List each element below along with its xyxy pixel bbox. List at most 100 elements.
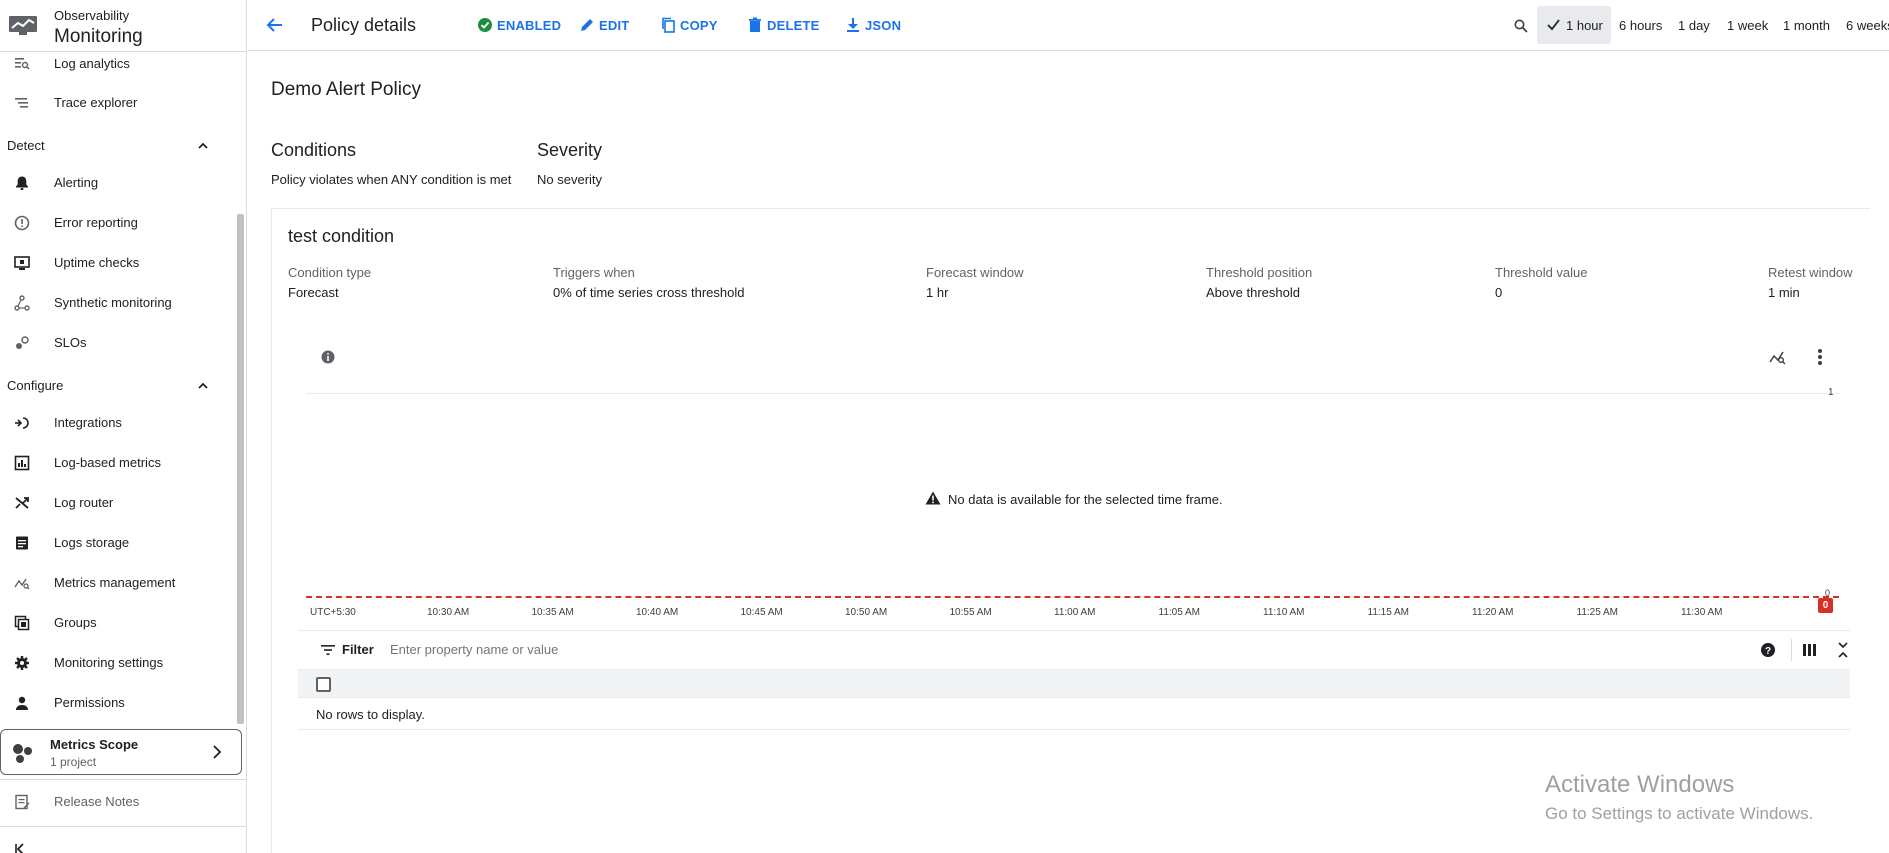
sidebar-item-log-analytics[interactable]: Log analytics [0, 43, 236, 83]
x-axis-tick-label: 10:50 AM [845, 607, 888, 618]
page-title: Policy details [311, 15, 417, 35]
delete-label: DELETE [767, 18, 820, 33]
slo-icon [16, 336, 29, 349]
time-option-1-week[interactable]: 1 week [1727, 18, 1768, 33]
sidebar-item-label: Permissions [54, 695, 125, 710]
filter-bar: Filter ? [298, 631, 1850, 669]
x-axis-tick-label: 10:30 AM [427, 607, 470, 618]
toolbar-divider [1791, 639, 1792, 661]
sidebar-item-log-based-metrics[interactable]: Log-based metrics [0, 443, 236, 483]
time-option-1-month[interactable]: 1 month [1783, 18, 1830, 33]
sidebar-item-permissions[interactable]: Permissions [0, 683, 236, 723]
search-icon[interactable] [1514, 19, 1528, 33]
sidebar: Observability Monitoring Log analytics T… [0, 0, 247, 853]
sidebar-item-logs-storage[interactable]: Logs storage [0, 523, 236, 563]
check-circle-icon [478, 18, 492, 32]
enabled-label: ENABLED [497, 18, 562, 33]
check-icon [1547, 19, 1560, 31]
help-icon[interactable]: ? [1761, 643, 1775, 657]
sidebar-scrollbar[interactable] [237, 214, 244, 724]
sidebar-item-label: SLOs [54, 335, 87, 350]
x-axis-tick-label: 10:45 AM [740, 607, 783, 618]
conditions-heading: Conditions [271, 140, 357, 160]
metrics-scope-title: Metrics Scope [50, 737, 139, 752]
column-display-icon[interactable] [1803, 644, 1816, 656]
download-icon [847, 18, 859, 32]
sidebar-divider [0, 779, 246, 780]
policy-name: Demo Alert Policy [271, 79, 421, 100]
sidebar-item-label: Trace explorer [54, 95, 138, 110]
collapse-sidebar-icon[interactable] [14, 842, 28, 853]
sidebar-item-label: Groups [54, 615, 97, 630]
sidebar-item-slos[interactable]: SLOs [0, 323, 236, 363]
time-option-1-day[interactable]: 1 day [1678, 18, 1710, 33]
synthetic-monitoring-icon [14, 295, 30, 311]
severity-text: No severity [537, 172, 603, 187]
sidebar-item-label: Monitoring settings [54, 655, 164, 670]
x-axis-tick-label: 11:10 AM [1263, 607, 1305, 618]
time-option-6-weeks[interactable]: 6 weeks [1846, 18, 1889, 33]
sidebar-item-monitoring-settings[interactable]: Monitoring settings [0, 643, 236, 683]
section-configure-heading: Configure [7, 378, 64, 393]
metrics-scope-icon [13, 744, 32, 763]
sidebar-item-trace-explorer[interactable]: Trace explorer [0, 83, 236, 123]
sidebar-item-alerting[interactable]: Alerting [0, 163, 236, 203]
table-bottom-border [298, 729, 1850, 730]
activate-windows-subtitle: Go to Settings to activate Windows. [1545, 804, 1814, 823]
sidebar-item-metrics-management[interactable]: Metrics management [0, 563, 236, 603]
metrics-scope-button[interactable]: Metrics Scope 1 project [0, 729, 242, 775]
select-all-checkbox[interactable] [316, 677, 331, 692]
edit-label: EDIT [599, 18, 630, 33]
chevron-up-icon[interactable] [196, 139, 210, 153]
logs-storage-icon [16, 536, 28, 550]
trash-icon [749, 17, 761, 32]
filter-icon [321, 645, 335, 655]
x-axis-tick-label: 11:15 AM [1367, 607, 1410, 618]
back-arrow-icon[interactable] [266, 16, 284, 34]
time-option-6-hours[interactable]: 6 hours [1619, 18, 1662, 33]
groups-icon [14, 615, 30, 631]
gear-icon [15, 656, 29, 670]
sidebar-item-groups[interactable]: Groups [0, 603, 236, 643]
pencil-icon [581, 19, 593, 31]
error-reporting-icon [14, 215, 30, 231]
x-axis-tick-label: 11:20 AM [1472, 607, 1514, 618]
sidebar-divider [0, 826, 246, 827]
table-empty-message: No rows to display. [316, 707, 425, 722]
copy-icon [662, 17, 675, 33]
log-analytics-icon [15, 58, 30, 70]
log-router-icon [15, 497, 29, 509]
table-header-row [298, 669, 1850, 698]
bell-icon [16, 176, 28, 190]
sidebar-item-error-reporting[interactable]: Error reporting [0, 203, 236, 243]
uptime-checks-icon [14, 256, 30, 270]
json-label: JSON [865, 18, 902, 33]
brand-subtitle: Observability [54, 8, 130, 23]
sidebar-item-label: Alerting [54, 175, 99, 190]
top-toolbar: Policy details ENABLED EDIT COPY DELETE … [248, 0, 1889, 51]
time-option-1-hour[interactable]: 1 hour [1537, 6, 1611, 44]
copy-label: COPY [680, 18, 718, 33]
chevron-up-icon[interactable] [196, 379, 210, 393]
collapse-icon[interactable] [1838, 642, 1848, 658]
x-axis-tick-label: 11:30 AM [1681, 607, 1723, 618]
sidebar-item-release-notes[interactable]: Release Notes [0, 782, 236, 822]
sidebar-item-log-router[interactable]: Log router [0, 483, 236, 523]
filter-label: Filter [342, 642, 374, 657]
x-axis: UTC+5:30 10:30 AM 10:35 AM 10:40 AM 10:45 AM… [272, 209, 1871, 629]
section-detect-heading: Detect [7, 138, 45, 153]
sidebar-item-integrations[interactable]: Integrations [0, 403, 236, 443]
sidebar-item-uptime-checks[interactable]: Uptime checks [0, 243, 236, 283]
sidebar-item-label: Synthetic monitoring [54, 295, 172, 310]
sidebar-item-synthetic-monitoring[interactable]: Synthetic monitoring [0, 283, 236, 323]
x-axis-tick-label: 11:05 AM [1158, 607, 1201, 618]
time-option-label: 1 hour [1566, 18, 1603, 33]
filter-input[interactable] [390, 637, 1290, 661]
release-notes-icon [15, 794, 30, 810]
sidebar-item-label: Log router [54, 495, 114, 510]
x-axis-tick-label: 11:00 AM [1054, 607, 1096, 618]
x-axis-tick-label: 10:40 AM [636, 607, 679, 618]
monitoring-logo-icon [9, 16, 37, 35]
conditions-text: Policy violates when ANY condition is me… [271, 172, 512, 187]
main-content: Demo Alert Policy Conditions Policy viol… [248, 52, 1889, 853]
